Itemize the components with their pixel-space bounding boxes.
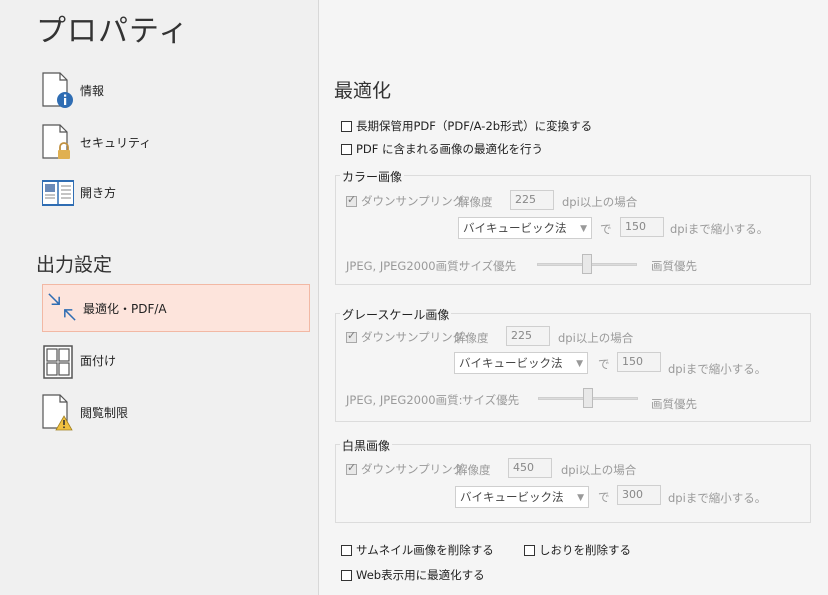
optimize-heading: 最適化 [334, 80, 392, 102]
mono-group-title: 白黒画像 [340, 437, 393, 454]
checkbox-label: サムネイル画像を削除する [356, 543, 494, 557]
mono-method-dropdown[interactable]: バイキュービック法 ▼ [455, 486, 589, 508]
sidebar-item-label: 面付け [80, 354, 117, 368]
document-lock-icon [42, 124, 70, 159]
checkbox-box[interactable] [341, 545, 352, 556]
checkbox-box[interactable] [346, 461, 357, 475]
checkbox-box[interactable] [341, 144, 352, 155]
color-group-title: カラー画像 [340, 168, 405, 185]
color-de-label: で [600, 222, 612, 236]
checkbox-box[interactable] [346, 193, 357, 207]
gray-jpeg-label: JPEG, JPEG2000画質: [346, 393, 463, 407]
checkbox-box[interactable] [346, 329, 357, 343]
color-resolution-label: 解像度 [458, 195, 493, 209]
document-warning-icon [42, 394, 73, 431]
mono-target-input[interactable]: 300 [617, 485, 661, 505]
gray-size-priority-label: サイズ優先 [462, 393, 520, 407]
mono-image-group [335, 444, 811, 523]
sidebar-item-info[interactable]: 情報 [42, 68, 310, 114]
checkbox-label: ダウンサンプリング: [361, 462, 469, 476]
color-method-dropdown[interactable]: バイキュービック法 ▼ [458, 217, 592, 239]
web-optimize-checkbox[interactable]: Web表示用に最適化する [341, 567, 485, 583]
gray-resolution-label: 解像度 [454, 331, 489, 345]
checkbox-label: Web表示用に最適化する [356, 568, 485, 582]
mono-dpi-above-label: dpi以上の場合 [561, 463, 637, 477]
checkbox-label: しおりを削除する [539, 543, 631, 557]
color-downsample-checkbox[interactable]: ダウンサンプリング: [346, 193, 468, 209]
dropdown-value: バイキュービック法 [459, 356, 563, 370]
gray-dpi-above-label: dpi以上の場合 [558, 331, 634, 345]
gray-resolution-input[interactable]: 225 [506, 326, 550, 346]
sidebar-item-label: セキュリティ [80, 136, 152, 150]
checkbox-box[interactable] [341, 570, 352, 581]
checkbox-label: ダウンサンプリング: [361, 194, 469, 208]
color-dpi-above-label: dpi以上の場合 [562, 195, 638, 209]
section-title-output: 出力設定 [36, 254, 113, 276]
gray-downsample-checkbox[interactable]: ダウンサンプリング: [346, 329, 468, 345]
checkbox-box[interactable] [524, 545, 535, 556]
color-jpeg-label: JPEG, JPEG2000画質: [346, 259, 463, 273]
sidebar-item-label: 最適化・PDF/A [83, 302, 167, 316]
gray-group-title: グレースケール画像 [340, 306, 452, 323]
sidebar: プロパティ 情報 セキュリティ 開き方 出力設定 最適化・PDF/A 面付け 閲… [0, 0, 318, 595]
checkbox-label: ダウンサンプリング: [361, 330, 469, 344]
document-info-icon [42, 72, 73, 108]
dropdown-value: バイキュービック法 [460, 490, 564, 504]
checkbox-label: PDF に含まれる画像の最適化を行う [356, 142, 544, 156]
sidebar-item-view-restriction[interactable]: 閲覧制限 [42, 390, 310, 436]
sidebar-item-label: 閲覧制限 [80, 406, 129, 420]
remove-bookmarks-checkbox[interactable]: しおりを削除する [524, 542, 631, 558]
color-quality-priority-label: 画質優先 [651, 259, 697, 273]
sidebar-item-label: 情報 [80, 84, 105, 98]
color-dpi-reduce-label: dpiまで縮小する。 [670, 222, 769, 236]
checkbox-label: 長期保管用PDF（PDF/A-2b形式）に変換する [356, 119, 593, 133]
mono-resolution-label: 解像度 [456, 463, 491, 477]
slider-thumb[interactable] [583, 388, 593, 408]
mono-dpi-reduce-label: dpiまで縮小する。 [668, 491, 767, 505]
remove-thumbnails-checkbox[interactable]: サムネイル画像を削除する [341, 542, 494, 558]
optimize-arrows-icon [48, 293, 76, 321]
gray-de-label: で [598, 357, 610, 371]
gray-method-dropdown[interactable]: バイキュービック法 ▼ [454, 352, 588, 374]
sidebar-item-imposition[interactable]: 面付け [42, 338, 310, 384]
color-size-priority-label: サイズ優先 [459, 259, 517, 273]
mono-downsample-checkbox[interactable]: ダウンサンプリング: [346, 461, 468, 477]
mono-de-label: で [598, 490, 610, 504]
gray-dpi-reduce-label: dpiまで縮小する。 [668, 362, 767, 376]
sidebar-item-security[interactable]: セキュリティ [42, 120, 310, 166]
chevron-down-icon: ▼ [580, 224, 587, 234]
dropdown-value: バイキュービック法 [463, 221, 567, 235]
mono-resolution-input[interactable]: 450 [508, 458, 552, 478]
color-resolution-input[interactable]: 225 [510, 190, 554, 210]
open-book-icon [42, 180, 74, 206]
convert-pdfa-checkbox[interactable]: 長期保管用PDF（PDF/A-2b形式）に変換する [341, 118, 592, 134]
color-target-input[interactable]: 150 [620, 217, 664, 237]
sidebar-item-label: 開き方 [80, 186, 117, 200]
gray-quality-priority-label: 画質優先 [651, 397, 697, 411]
checkbox-box[interactable] [341, 121, 352, 132]
optimize-images-checkbox[interactable]: PDF に含まれる画像の最適化を行う [341, 141, 543, 157]
gray-target-input[interactable]: 150 [617, 352, 661, 372]
sidebar-item-open[interactable]: 開き方 [42, 170, 310, 216]
grid-layout-icon [43, 345, 73, 379]
chevron-down-icon: ▼ [576, 359, 583, 369]
sidebar-item-optimize-pdfa[interactable]: 最適化・PDF/A [42, 284, 310, 332]
slider-thumb[interactable] [582, 254, 592, 274]
page-title: プロパティ [36, 14, 190, 49]
chevron-down-icon: ▼ [577, 493, 584, 503]
